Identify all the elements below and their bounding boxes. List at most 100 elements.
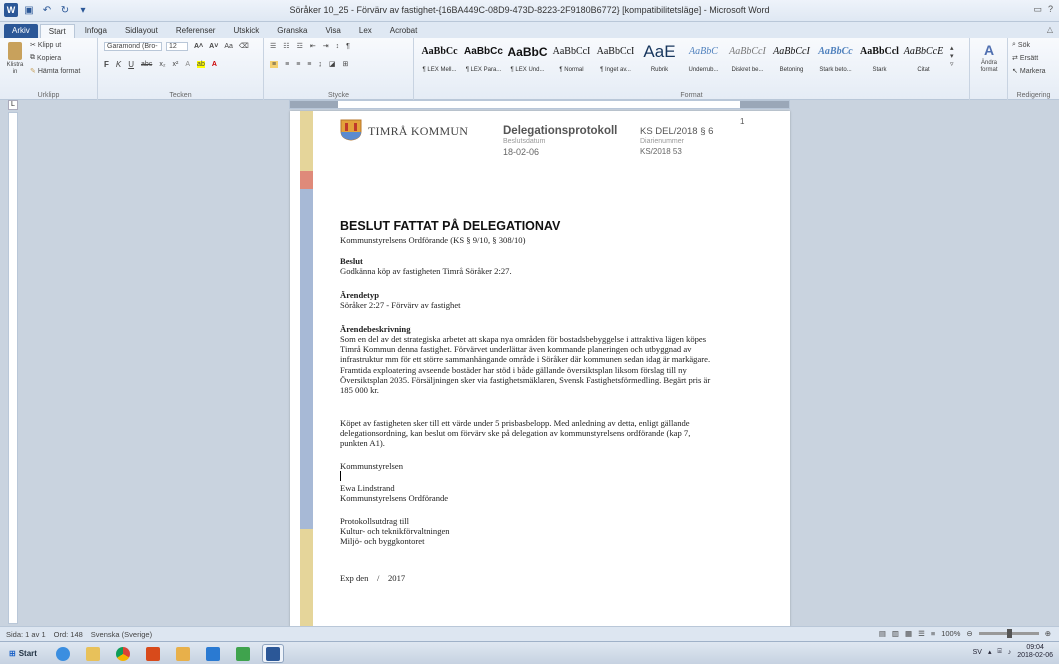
clear-format-icon[interactable]: ⌫ (239, 42, 249, 50)
tab-sidlayout[interactable]: Sidlayout (117, 24, 166, 38)
web-layout-icon[interactable]: ▦ (905, 629, 912, 638)
tab-selector-icon[interactable]: L (8, 100, 18, 110)
status-right: ▤ ▥ ▦ ☰ ≡ 100% ⊖ ⊕ (879, 629, 1051, 638)
tab-referenser[interactable]: Referenser (168, 24, 224, 38)
taskbar-lync[interactable] (202, 644, 224, 663)
superscript-icon[interactable]: x² (173, 61, 179, 68)
select-button[interactable]: ↖ Markera (1012, 67, 1046, 76)
style-lex-mellan[interactable]: AaBbCc ¶ LEX Mell... (418, 42, 461, 80)
style-normal[interactable]: AaBbCcI ¶ Normal (550, 42, 593, 80)
increase-indent-icon[interactable]: ⇥ (323, 42, 329, 50)
font-color-icon[interactable]: A (212, 61, 217, 68)
tab-granska[interactable]: Granska (269, 24, 315, 38)
minimize-icon[interactable]: ▭ (1033, 4, 1042, 15)
more-styles-icon[interactable]: ▿ (950, 60, 954, 68)
zoom-thumb[interactable] (1006, 629, 1012, 638)
shading-icon[interactable]: ◪ (329, 60, 336, 68)
borders-icon[interactable]: ⊞ (343, 60, 349, 68)
grow-font-icon[interactable]: A˄ (194, 43, 203, 50)
tab-utskick[interactable]: Utskick (225, 24, 267, 38)
tab-acrobat[interactable]: Acrobat (382, 24, 426, 38)
draft-icon[interactable]: ≡ (931, 629, 935, 638)
change-case-icon[interactable]: Aa (224, 43, 233, 50)
taskbar-explorer[interactable] (82, 644, 104, 663)
taskbar-ie[interactable] (52, 644, 74, 663)
find-button[interactable]: ⌕ Sök (1012, 41, 1030, 49)
print-layout-icon[interactable]: ▤ (879, 629, 886, 638)
align-left-icon[interactable]: ≡ (270, 60, 279, 68)
align-right-icon[interactable]: ≡ (296, 61, 300, 68)
font-size-select[interactable]: 12 (166, 42, 188, 51)
italic-icon[interactable]: K (116, 60, 121, 69)
page-count[interactable]: Sida: 1 av 1 (6, 630, 46, 639)
tab-arkiv[interactable]: Arkiv (4, 24, 38, 38)
cut-button[interactable]: ✂ Klipp ut (30, 41, 61, 50)
clipboard-group: Klistra in ✂ Klipp ut ⧉ Kopiera ✎ Hämta … (0, 38, 98, 100)
taskbar-outlook[interactable] (172, 644, 194, 663)
tab-visa[interactable]: Visa (317, 24, 348, 38)
vertical-ruler[interactable] (8, 112, 18, 624)
network-icon[interactable]: ⌸ (997, 648, 1001, 656)
taskbar-word[interactable] (262, 644, 284, 663)
multilevel-list-icon[interactable]: ☲ (297, 42, 303, 50)
style-stark[interactable]: AaBbCcl Stark (858, 42, 901, 80)
word-count[interactable]: Ord: 148 (54, 630, 83, 639)
zoom-in-icon[interactable]: ⊕ (1045, 629, 1051, 638)
copy-button[interactable]: ⧉ Kopiera (30, 54, 61, 62)
line-spacing-icon[interactable]: ↨ (318, 61, 322, 68)
justify-icon[interactable]: ≡ (307, 61, 311, 68)
text-effects-icon[interactable]: A (185, 61, 190, 68)
shrink-font-icon[interactable]: A˅ (209, 43, 218, 50)
tab-infoga[interactable]: Infoga (77, 24, 115, 38)
style-diskret-betoning[interactable]: AaBbCcI Diskret be... (726, 42, 769, 80)
horizontal-ruler[interactable] (289, 100, 790, 109)
language[interactable]: Svenska (Sverige) (91, 630, 152, 639)
style-citat[interactable]: AaBbCcE Citat (902, 42, 945, 80)
start-button[interactable]: ⊞ Start (4, 645, 42, 662)
strikethrough-icon[interactable]: abc (141, 61, 152, 68)
style-betoning[interactable]: AaBbCcI Betoning (770, 42, 813, 80)
chevron-up-icon[interactable]: ▴ (950, 44, 954, 52)
style-lex-und[interactable]: AaBbC ¶ LEX Und... (506, 42, 549, 80)
zoom-level[interactable]: 100% (941, 629, 960, 638)
volume-icon[interactable]: ♪ (1008, 649, 1012, 656)
format-painter-button[interactable]: ✎ Hämta format (30, 67, 80, 76)
tab-start[interactable]: Start (39, 24, 75, 38)
chevron-down-icon[interactable]: ▾ (950, 52, 954, 60)
change-styles-button[interactable]: A Ändra format (974, 42, 1004, 74)
tab-lex[interactable]: Lex (351, 24, 380, 38)
clock[interactable]: 09:04 2018-02-06 (1017, 644, 1053, 660)
highlight-icon[interactable]: ab (197, 61, 205, 68)
ribbon-collapse-icon[interactable]: △ (1047, 25, 1053, 34)
help-icon[interactable]: ? (1048, 4, 1053, 15)
style-inget-avstand[interactable]: AaBbCcI ¶ Inget av... (594, 42, 637, 80)
taskbar-office[interactable] (142, 644, 164, 663)
taskbar-lex[interactable] (232, 644, 254, 663)
replace-button[interactable]: ⇄ Ersätt (1012, 54, 1038, 63)
styles-scroll[interactable]: ▴ ▾ ▿ (950, 44, 954, 68)
bullets-icon[interactable]: ☰ (270, 42, 276, 50)
zoom-out-icon[interactable]: ⊖ (966, 629, 972, 638)
style-stark-betoning[interactable]: AaBbCc Stark beto... (814, 42, 857, 80)
zoom-slider[interactable] (978, 629, 1039, 638)
full-screen-icon[interactable]: ▥ (892, 629, 899, 638)
paste-button[interactable]: Klistra in (4, 42, 26, 76)
decrease-indent-icon[interactable]: ⇤ (310, 42, 316, 50)
taskbar-chrome[interactable] (112, 644, 134, 663)
bold-icon[interactable]: F (104, 60, 109, 69)
style-underrubrik[interactable]: AaBbC Underrub... (682, 42, 725, 80)
tray-arrow-icon[interactable]: ▴ (988, 648, 992, 656)
subscript-icon[interactable]: x₂ (159, 61, 165, 68)
pilcrow-icon[interactable]: ¶ (346, 43, 350, 50)
style-rubrik[interactable]: AaE Rubrik (638, 42, 681, 80)
word-icon (266, 646, 280, 661)
style-lex-para[interactable]: AaBbCc ¶ LEX Para... (462, 42, 505, 80)
sort-icon[interactable]: ↕ (336, 43, 340, 50)
numbering-icon[interactable]: ☷ (283, 42, 289, 50)
font-name-select[interactable]: Garamond (Bro- (104, 42, 162, 51)
underline-icon[interactable]: U (128, 60, 134, 69)
document-page[interactable]: TIMRÅ KOMMUN Delegationsprotokoll Beslut… (290, 111, 790, 627)
outline-icon[interactable]: ☰ (918, 629, 925, 638)
align-center-icon[interactable]: ≡ (285, 61, 289, 68)
language-indicator[interactable]: SV (973, 649, 982, 656)
